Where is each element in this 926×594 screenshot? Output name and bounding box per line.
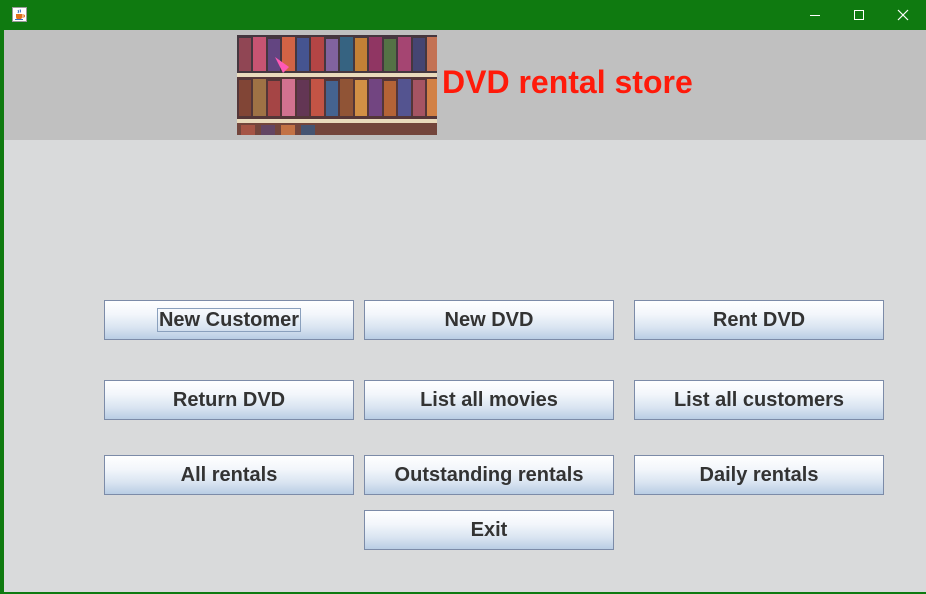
main-panel: DVD rental store New Customer New DVD Re… xyxy=(4,30,926,592)
list-all-customers-button[interactable]: List all customers xyxy=(634,380,884,420)
window-titlebar xyxy=(0,0,926,30)
rent-dvd-button[interactable]: Rent DVD xyxy=(634,300,884,340)
minimize-button[interactable] xyxy=(792,0,838,30)
minimize-icon xyxy=(810,15,820,16)
exit-button[interactable]: Exit xyxy=(364,510,614,550)
daily-rentals-button[interactable]: Daily rentals xyxy=(634,455,884,495)
java-cup-icon xyxy=(12,7,27,22)
maximize-button[interactable] xyxy=(836,0,882,30)
store-title: DVD rental store xyxy=(442,64,693,100)
new-customer-button[interactable]: New Customer xyxy=(104,300,354,340)
close-icon xyxy=(897,9,909,21)
list-all-movies-button[interactable]: List all movies xyxy=(364,380,614,420)
close-button[interactable] xyxy=(880,0,926,30)
maximize-icon xyxy=(854,10,864,20)
return-dvd-button[interactable]: Return DVD xyxy=(104,380,354,420)
dvd-shelves-photo xyxy=(237,35,437,135)
new-dvd-button[interactable]: New DVD xyxy=(364,300,614,340)
outstanding-rentals-button[interactable]: Outstanding rentals xyxy=(364,455,614,495)
header-panel: DVD rental store xyxy=(4,30,926,140)
new-customer-label: New Customer xyxy=(156,308,302,332)
all-rentals-button[interactable]: All rentals xyxy=(104,455,354,495)
